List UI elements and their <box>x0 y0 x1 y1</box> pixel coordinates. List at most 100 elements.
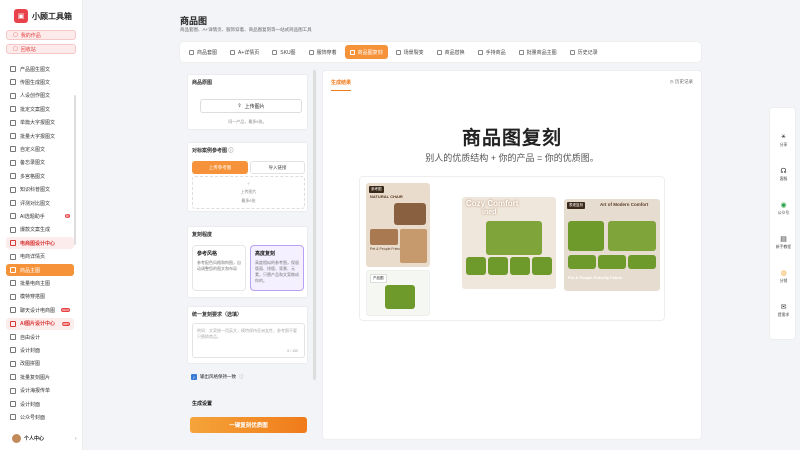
requirements-card: 统一复刻要求（选填） 例如：文案统一用英文，模特保持亚洲女性，参考图不要只替换商… <box>187 306 308 364</box>
section-ai-image[interactable]: AI图片设计中心 HOT <box>6 317 74 330</box>
replicate-button[interactable]: 一键复刻优质图 <box>190 417 307 433</box>
rightbar-coin[interactable]: ◍ 分销 <box>770 268 797 284</box>
headset-icon: ☊ <box>780 167 787 175</box>
new-badge: HOT <box>61 321 70 326</box>
user-center[interactable]: 个人中心 › <box>12 434 77 443</box>
app-logo[interactable]: ▣ 小顾工具箱 <box>14 9 72 23</box>
trash-icon: ▢ <box>13 46 18 52</box>
sidebar-item[interactable]: 评测对比图文 <box>6 197 74 209</box>
sidebar-item-icon <box>10 119 16 126</box>
tab-tag[interactable]: SKU图 <box>267 45 300 59</box>
book-icon: ▤ <box>780 235 787 243</box>
sidebar-item-icon <box>10 414 16 421</box>
tab-copy[interactable]: 商品图复刻 <box>344 45 388 59</box>
hero-subtitle: 别人的优质结构 + 你的产品 = 你的优质图。 <box>425 153 599 163</box>
tag-icon <box>272 49 278 55</box>
tab-import-link[interactable]: 导入链接 <box>250 161 305 174</box>
sidebar-item[interactable]: 批量复刻图片 <box>6 371 74 383</box>
sidebar-item-icon <box>10 133 16 139</box>
mode-high-replicate[interactable]: 高度复刻 高度相似的参考图，保留版面、排版、背景、元素，只替产品和文案做成你的。 <box>250 245 304 291</box>
tab-split[interactable]: 场景裂变 <box>391 45 429 59</box>
tab-results[interactable]: 生成结果 <box>331 79 352 91</box>
sidebar-item[interactable]: 传图生成图文 <box>6 76 74 88</box>
sidebar-item[interactable]: 商品主图 <box>6 264 74 276</box>
rightbar-wechat[interactable]: ◉ 公众号 <box>770 200 797 216</box>
sidebar-item[interactable]: 自由设计 <box>6 331 74 343</box>
output-image-2[interactable]: 表现复刻 Art of Modern Comfort Pet & People … <box>564 199 660 291</box>
requirements-input[interactable]: 例如：文案统一用英文，模特保持亚洲女性，参考图不要只替换商品。 0 / 100 <box>192 323 305 358</box>
sidebar-item[interactable]: 批量电商主图 <box>6 277 74 289</box>
clock-icon <box>569 49 575 55</box>
result-panel: 生成结果 ◷ 历史记录 商品图复刻 别人的优质结构 + 你的产品 = 你的优质图… <box>322 70 702 440</box>
rightbar-share[interactable]: ⚹ 分享 <box>770 132 797 148</box>
sidebar-scrollbar[interactable] <box>74 95 76 245</box>
sidebar-item[interactable]: AI选题助手新 <box>6 210 74 222</box>
sidebar-item[interactable]: 设计海报传单 <box>6 385 74 397</box>
recycle-bin-button[interactable]: ▢ 回收站 <box>6 44 76 54</box>
sidebar-item-icon <box>10 293 16 300</box>
tab-clock[interactable]: 历史记录 <box>565 45 603 59</box>
char-counter: 0 / 100 <box>287 349 298 353</box>
rightbar-headset[interactable]: ☊ 客服 <box>770 166 797 182</box>
sidebar-item[interactable]: 聊天设计电商图 NEW <box>6 304 74 316</box>
history-link[interactable]: ◷ 历史记录 <box>670 79 693 85</box>
product-example-image: 产品图 <box>366 270 430 316</box>
logo-icon: ▣ <box>14 9 28 23</box>
sidebar-item-icon <box>10 280 16 287</box>
sidebar-item[interactable]: 批定文案图文 <box>6 103 74 115</box>
sidebar-item[interactable]: 自定义图文 <box>6 143 74 155</box>
folder-icon: ▢ <box>13 32 18 38</box>
keep-style-checkbox[interactable]: ✓ 输出风格保持一致 ⓘ <box>191 374 244 380</box>
upload-icon: ⇪ <box>237 103 242 109</box>
tab-layout[interactable]: A+详情页 <box>225 45 264 59</box>
sidebar-item[interactable]: 产品图生图文 <box>6 63 74 75</box>
tab-shirt[interactable]: 服饰穿着 <box>304 45 342 59</box>
sidebar-item-icon <box>10 387 16 394</box>
checkbox-icon: ✓ <box>191 374 197 380</box>
new-badge: 新 <box>64 214 70 219</box>
sidebar-item-icon <box>10 253 16 260</box>
sidebar-item[interactable]: 设计封面 <box>6 398 74 410</box>
rightbar-book[interactable]: ▤ 新手教程 <box>770 234 797 250</box>
sidebar-item-icon <box>10 226 16 233</box>
sidebar-item[interactable]: 爆款文案生成 <box>6 224 74 236</box>
upload-product-button[interactable]: ⇪ 上传图片 <box>200 99 302 113</box>
sidebar-item[interactable]: 人设创作图文 <box>6 90 74 102</box>
panel-scrollbar[interactable] <box>313 70 316 380</box>
share-icon: ⚹ <box>781 132 786 140</box>
sidebar-item-icon <box>10 334 16 340</box>
sidebar-item[interactable]: 备忘录图文 <box>6 157 74 169</box>
sidebar-item-icon <box>10 92 16 99</box>
tab-swap[interactable]: 商品替换 <box>432 45 470 59</box>
tab-grid[interactable]: 商品套图 <box>184 45 222 59</box>
section-ecommerce[interactable]: 电商图设计中心 <box>6 237 74 250</box>
help-icon: ⓘ <box>239 374 244 379</box>
sidebar-item[interactable]: 批量大字报图文 <box>6 130 74 142</box>
example-showcase: 参考图 NATURAL CHAIR Pet & People Friendly … <box>359 176 665 321</box>
sidebar-item[interactable]: 改图拼图 <box>6 358 74 370</box>
wechat-icon: ◉ <box>780 201 787 209</box>
shirt-icon <box>308 49 314 55</box>
rightbar-chat[interactable]: ✉ 提需求 <box>770 302 797 318</box>
sidebar-item[interactable]: 知识科普图文 <box>6 184 74 196</box>
sidebar-item[interactable]: 模特穿搭图 <box>6 291 74 303</box>
layout-icon <box>230 49 236 55</box>
generation-settings-label: 生成设置 <box>192 401 213 407</box>
tab-batch[interactable]: 批量商品主图 <box>514 45 562 59</box>
mode-reference-style[interactable]: 参考风格 参考配色风格和构图，自动调整您的图文和布局 <box>192 245 246 291</box>
reference-dropzone[interactable]: ＋ 上传图片 最多6张 <box>192 176 305 209</box>
sidebar-item[interactable]: 单篇大字报图文 <box>6 117 74 129</box>
output-image-1[interactable]: Cozy Comfort ined <box>462 197 556 289</box>
sidebar-item[interactable]: 多宫格图文 <box>6 170 74 182</box>
tab-upload-reference[interactable]: 上传参考图 <box>192 161 248 174</box>
sidebar-item[interactable]: 电商详情页 <box>6 251 74 263</box>
sidebar-item[interactable]: 设计封面 <box>6 344 74 356</box>
sidebar-item[interactable]: 公众号封面 <box>6 411 74 423</box>
sidebar-item-icon <box>10 159 16 166</box>
batch-icon <box>518 49 524 55</box>
product-image-card: 商品原图 ⇪ 上传图片 同一产品，最多6张。 <box>187 74 308 130</box>
my-works-button[interactable]: ▢ 我的作品 <box>6 30 76 40</box>
sidebar-item-icon <box>10 267 16 273</box>
tab-hand[interactable]: 手持商品 <box>473 45 511 59</box>
sidebar-item-icon <box>10 146 16 153</box>
